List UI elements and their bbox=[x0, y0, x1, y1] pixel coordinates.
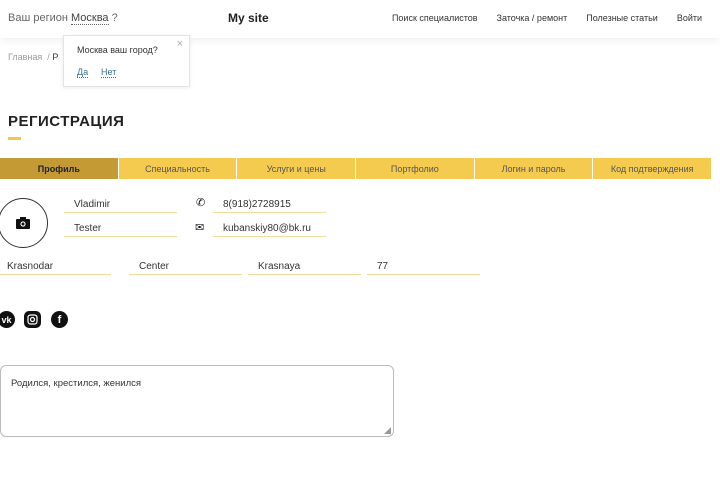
region-question: ? bbox=[111, 12, 118, 24]
tab-confirmation-code[interactable]: Код подтверждения bbox=[593, 158, 713, 179]
main-nav: Поиск специалистов Заточка / ремонт Поле… bbox=[392, 13, 702, 23]
city-input[interactable]: Krasnodar bbox=[0, 260, 111, 275]
breadcrumb-separator: / bbox=[47, 52, 50, 62]
last-name-input[interactable]: Tester bbox=[64, 222, 177, 237]
popup-no-link[interactable]: Нет bbox=[101, 67, 117, 78]
tab-specialty[interactable]: Специальность bbox=[118, 158, 238, 179]
breadcrumb: Главная / Р bbox=[8, 52, 58, 62]
phone-input[interactable]: 8(918)2728915 bbox=[213, 198, 326, 213]
nav-find-specialists[interactable]: Поиск специалистов bbox=[392, 13, 478, 23]
vk-icon[interactable]: vk bbox=[0, 311, 15, 328]
resize-handle[interactable] bbox=[384, 427, 391, 434]
city-confirm-popup: Москва ваш город? × Да Нет bbox=[63, 35, 190, 87]
street-input[interactable]: Krasnaya bbox=[248, 260, 361, 275]
region-city[interactable]: Москва bbox=[70, 12, 109, 25]
camera-icon bbox=[16, 217, 30, 229]
about-text: Родился, крестился, женился bbox=[11, 378, 142, 389]
tab-portfolio[interactable]: Портфолио bbox=[356, 158, 475, 179]
facebook-icon[interactable]: f bbox=[51, 311, 68, 328]
popup-yes-link[interactable]: Да bbox=[77, 67, 89, 78]
region-label: Ваш регион bbox=[8, 12, 68, 24]
phone-icon: ✆ bbox=[196, 197, 206, 209]
page-title: РЕГИСТРАЦИЯ bbox=[8, 113, 125, 130]
instagram-icon[interactable] bbox=[24, 311, 41, 328]
about-textarea[interactable]: Родился, крестился, женился bbox=[0, 365, 394, 437]
first-name-input[interactable]: Vladimir bbox=[64, 198, 177, 213]
tab-profile[interactable]: Профиль bbox=[0, 158, 119, 179]
header: Ваш регион Москва ? My site Поиск специа… bbox=[0, 0, 720, 38]
registration-tabs: Профиль Специальность Услуги и цены Порт… bbox=[0, 158, 713, 179]
tab-login-password[interactable]: Логин и пароль bbox=[474, 158, 594, 179]
nav-login[interactable]: Войти bbox=[677, 13, 702, 23]
nav-articles[interactable]: Полезные статьи bbox=[586, 13, 658, 23]
tab-services[interactable]: Услуги и цены bbox=[237, 158, 357, 179]
breadcrumb-home[interactable]: Главная bbox=[8, 52, 42, 62]
avatar-upload[interactable] bbox=[0, 198, 48, 248]
title-underline bbox=[8, 137, 21, 140]
nav-sharpening[interactable]: Заточка / ремонт bbox=[497, 13, 568, 23]
popup-question: Москва ваш город? bbox=[77, 45, 158, 55]
email-input[interactable]: kubanskiy80@bk.ru bbox=[213, 222, 326, 237]
site-logo[interactable]: My site bbox=[228, 11, 269, 25]
region-selector[interactable]: Ваш регион Москва ? bbox=[8, 12, 118, 25]
close-icon[interactable]: × bbox=[177, 38, 183, 50]
district-input[interactable]: Center bbox=[129, 260, 242, 275]
breadcrumb-current: Р bbox=[52, 52, 59, 62]
mail-icon: ✉ bbox=[195, 222, 205, 234]
house-input[interactable]: 77 bbox=[367, 260, 480, 275]
